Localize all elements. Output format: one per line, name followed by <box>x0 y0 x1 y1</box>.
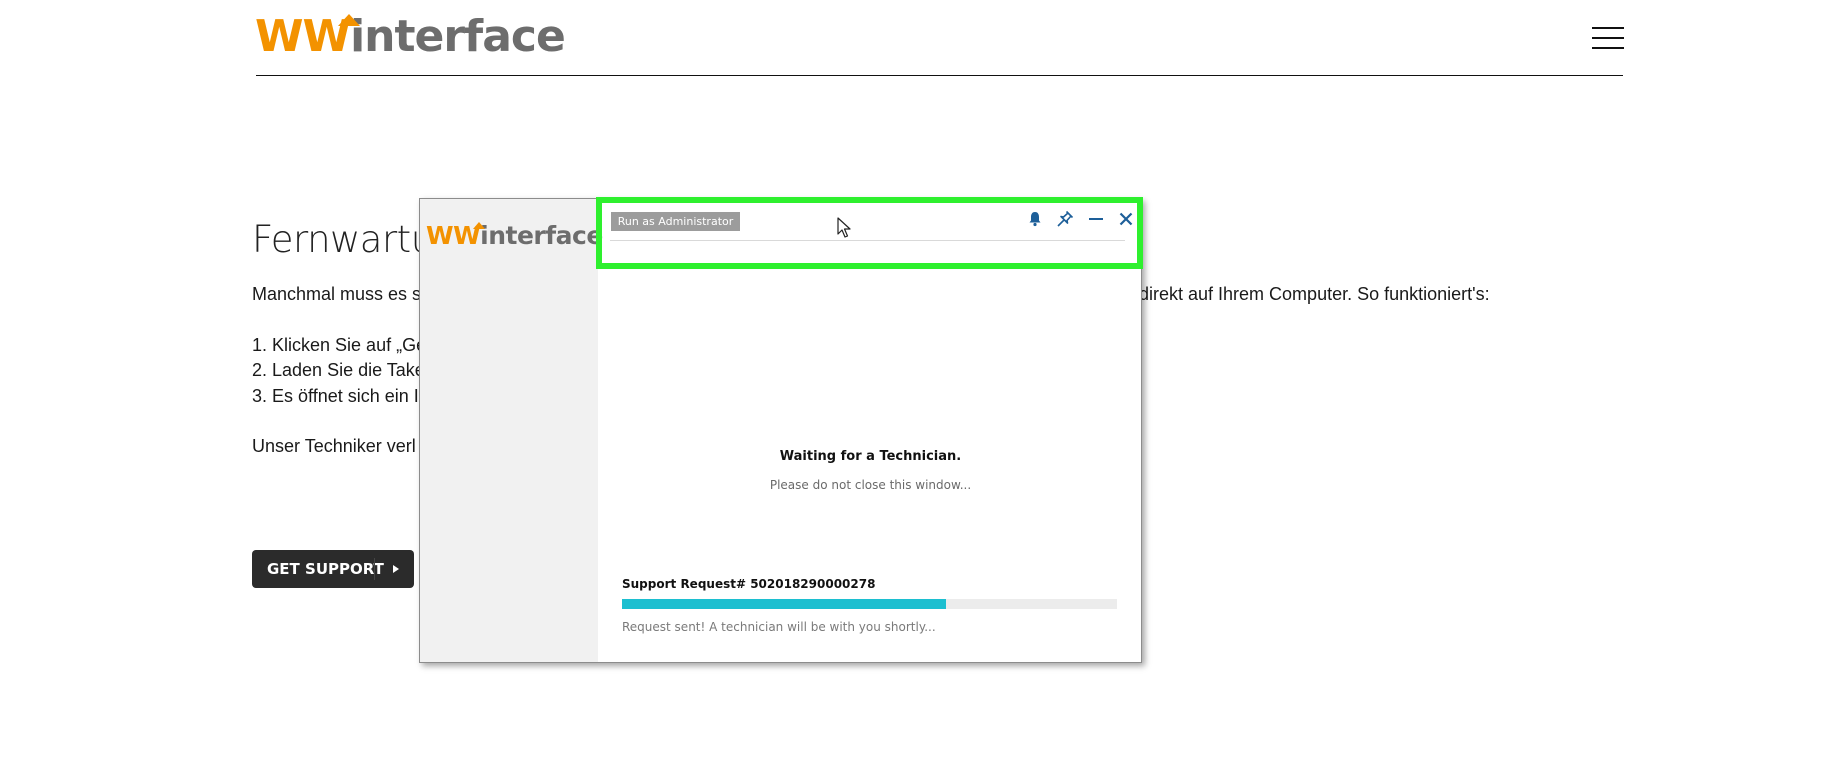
logo-arrow-icon <box>338 14 360 26</box>
header-divider <box>256 75 1623 76</box>
status-subtitle: Please do not close this window... <box>769 478 972 492</box>
status-title: Waiting for a Technician. <box>779 449 962 464</box>
get-support-label: GET SUPPORT <box>267 560 384 578</box>
logo-wordmark: WWinterface <box>255 11 566 62</box>
play-triangle-icon <box>393 565 399 573</box>
intro-text: Manchmal muss es s <box>252 284 422 304</box>
technician-text: Unser Techniker verl <box>252 436 416 456</box>
hamburger-menu-icon[interactable] <box>1592 27 1624 49</box>
highlight-box <box>596 197 1143 269</box>
mouse-pointer-icon <box>837 217 851 238</box>
get-support-button[interactable]: GET SUPPORT <box>252 550 414 588</box>
step-1-text: 1. Klicken Sie auf „Ge <box>252 335 427 355</box>
request-status-text: Request sent! A technician will be with … <box>622 620 936 634</box>
step-2-text: 2. Laden Sie die Take <box>252 360 425 380</box>
request-progress-bar <box>622 599 1117 609</box>
dialog-sidebar: WWinterface <box>420 199 603 662</box>
button-divider <box>374 558 375 580</box>
step-3-text: 3. Es öffnet sich ein I <box>252 386 419 406</box>
request-progress-fill <box>622 599 947 609</box>
site-logo[interactable]: WWinterface <box>255 12 615 62</box>
support-request-number: Support Request# 502018290000278 <box>622 577 876 591</box>
dialog-logo: WWinterface <box>426 221 603 251</box>
dialog-logo-arrow-icon <box>473 222 485 229</box>
intro-text-continued: direkt auf Ihrem Computer. So funktionie… <box>1139 284 1490 304</box>
dialog-logo-wordmark: WWinterface <box>426 221 603 250</box>
